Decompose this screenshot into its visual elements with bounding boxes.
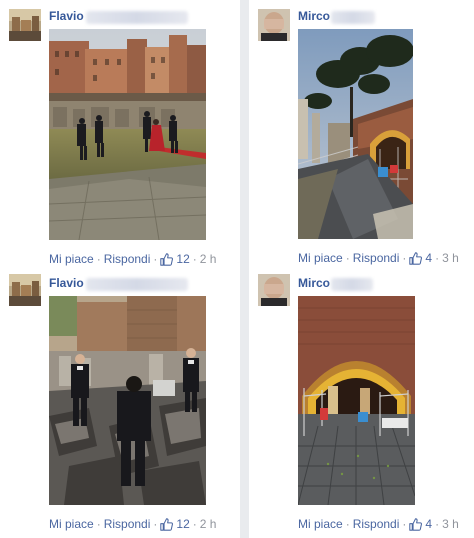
avatar[interactable] — [9, 274, 41, 306]
separator: · — [402, 517, 407, 531]
thumbs-up-icon[interactable] — [160, 252, 174, 266]
separator: · — [96, 252, 101, 266]
separator: · — [192, 517, 197, 531]
like-link[interactable]: Mi piace — [298, 517, 343, 531]
separator: · — [435, 251, 440, 265]
like-count[interactable]: 12 — [176, 252, 189, 266]
comment-photo-arch-walkway[interactable] — [298, 296, 415, 505]
separator: · — [402, 251, 407, 265]
author-surname-redacted — [86, 11, 188, 24]
reply-link[interactable]: Rispondi — [104, 252, 151, 266]
timestamp[interactable]: 2 h — [200, 517, 217, 531]
comment-photo-market-evening[interactable] — [298, 29, 413, 239]
reply-link[interactable]: Rispondi — [104, 517, 151, 531]
comment-photo-forum-ceremony[interactable] — [49, 29, 206, 240]
like-count[interactable]: 4 — [425, 251, 432, 265]
like-count[interactable]: 12 — [176, 517, 189, 531]
timestamp[interactable]: 3 h — [442, 517, 459, 531]
reply-link[interactable]: Rispondi — [353, 517, 400, 531]
separator: · — [153, 517, 158, 531]
column-divider — [240, 0, 249, 538]
thumbs-up-icon[interactable] — [160, 517, 174, 531]
timestamp[interactable]: 3 h — [442, 251, 459, 265]
separator: · — [153, 252, 158, 266]
separator: · — [96, 517, 101, 531]
author-name[interactable]: Mirco — [298, 9, 330, 23]
like-link[interactable]: Mi piace — [49, 252, 94, 266]
timestamp[interactable]: 2 h — [200, 252, 217, 266]
author-surname-redacted — [331, 278, 373, 291]
separator: · — [435, 517, 440, 531]
author-surname-redacted — [331, 11, 375, 24]
avatar[interactable] — [258, 274, 290, 306]
avatar[interactable] — [258, 9, 290, 41]
comment-photo-ruins-men[interactable] — [49, 296, 206, 505]
comment-actions: Mi piace · Rispondi · 12 · 2 h — [49, 252, 216, 266]
thumbs-up-icon[interactable] — [409, 517, 423, 531]
author-name[interactable]: Flavio — [49, 276, 84, 290]
author-name[interactable]: Flavio — [49, 9, 84, 23]
comment-actions: Mi piace · Rispondi · 4 · 3 h — [298, 517, 459, 531]
thumbs-up-icon[interactable] — [409, 251, 423, 265]
avatar[interactable] — [9, 9, 41, 41]
reply-link[interactable]: Rispondi — [353, 251, 400, 265]
separator: · — [192, 252, 197, 266]
comment-actions: Mi piace · Rispondi · 4 · 3 h — [298, 251, 459, 265]
separator: · — [345, 251, 350, 265]
author-name[interactable]: Mirco — [298, 276, 330, 290]
comment-actions: Mi piace · Rispondi · 12 · 2 h — [49, 517, 216, 531]
like-link[interactable]: Mi piace — [298, 251, 343, 265]
like-link[interactable]: Mi piace — [49, 517, 94, 531]
author-surname-redacted — [86, 278, 188, 291]
separator: · — [345, 517, 350, 531]
like-count[interactable]: 4 — [425, 517, 432, 531]
